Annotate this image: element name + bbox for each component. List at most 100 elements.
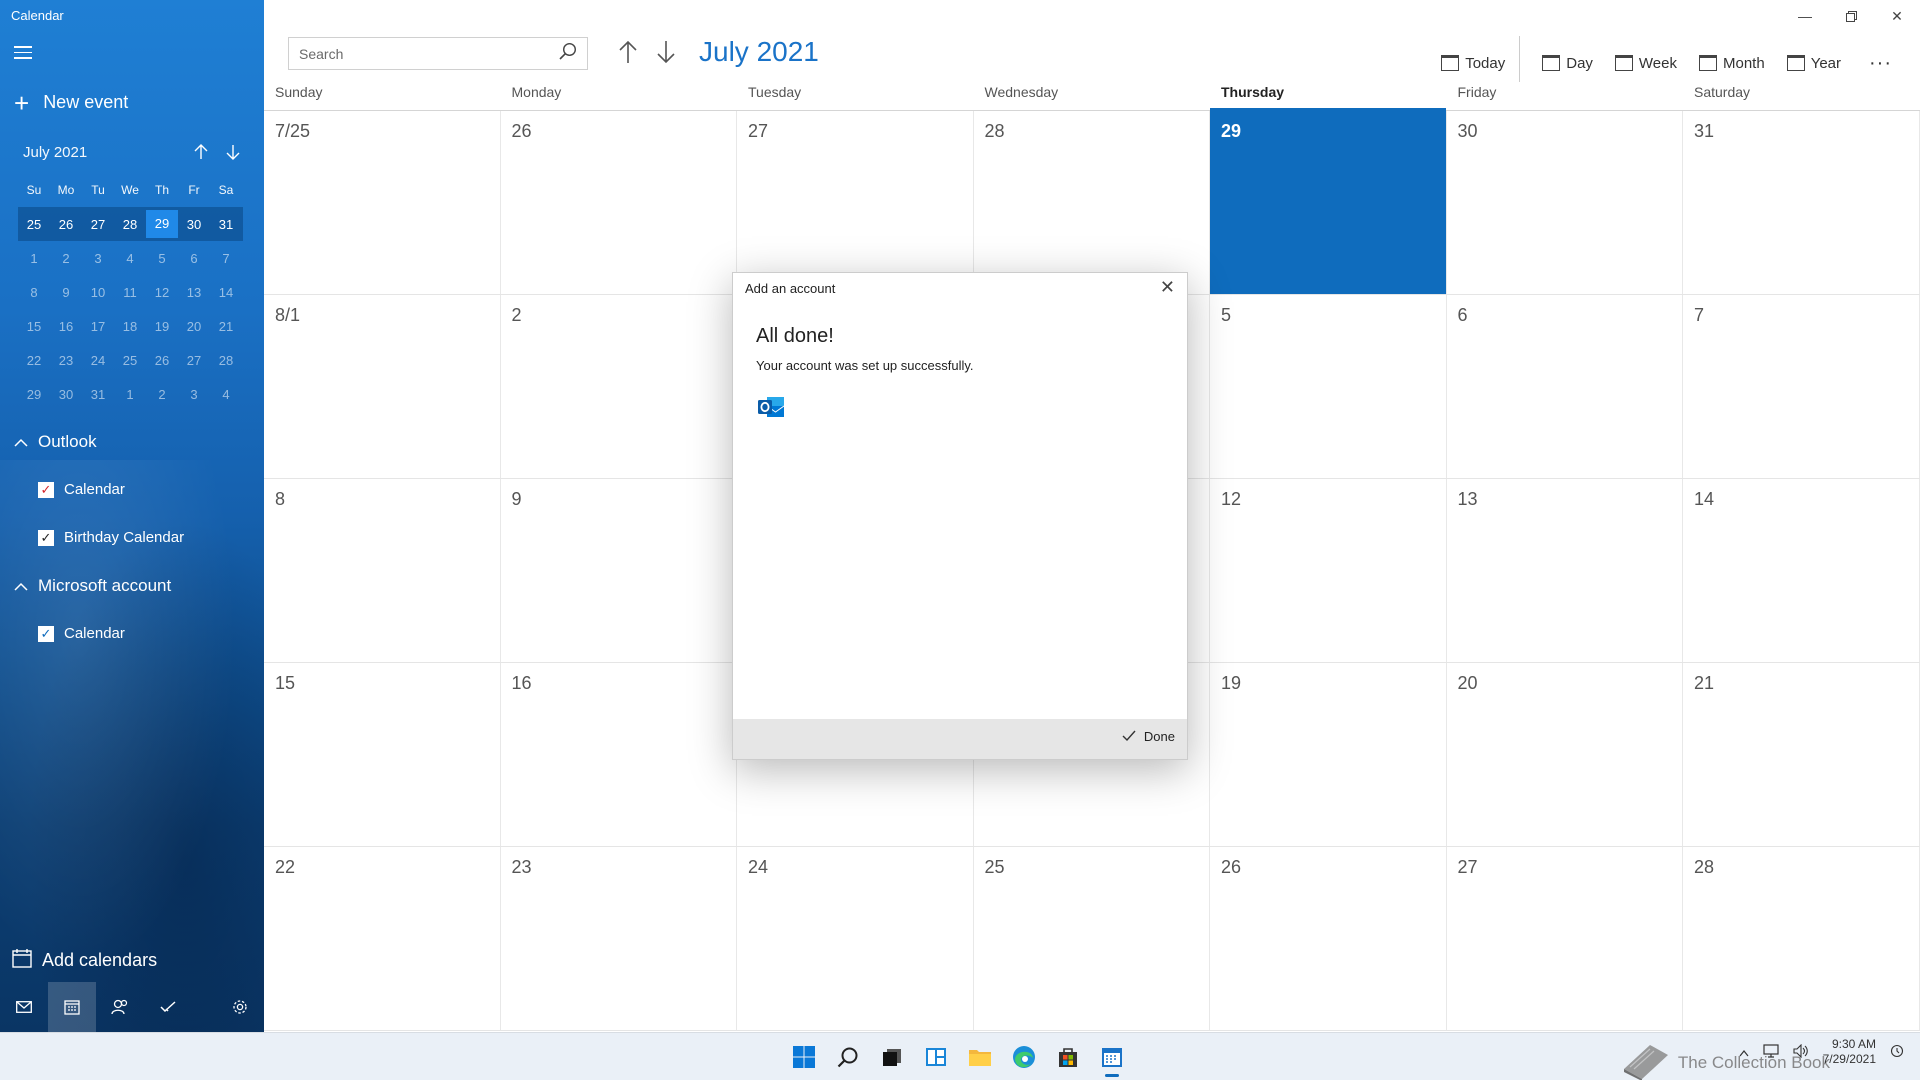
mini-day[interactable]: 29 — [18, 387, 50, 402]
hamburger-menu-icon[interactable] — [14, 46, 32, 60]
day-cell[interactable]: 9 — [501, 479, 737, 662]
mini-day[interactable]: 1 — [18, 251, 50, 266]
mini-day[interactable]: 27 — [82, 217, 114, 232]
microsoft-store-icon[interactable] — [1052, 1041, 1084, 1073]
mini-day[interactable]: 30 — [50, 387, 82, 402]
day-cell[interactable]: 28 — [1683, 847, 1920, 1030]
mini-day[interactable]: 11 — [114, 285, 146, 300]
mini-day[interactable]: 9 — [50, 285, 82, 300]
day-cell-today[interactable]: 29 — [1210, 111, 1447, 294]
edge-browser-icon[interactable] — [1008, 1041, 1040, 1073]
day-cell[interactable]: 16 — [501, 663, 737, 846]
more-options-icon[interactable]: ··· — [1869, 52, 1892, 75]
volume-icon[interactable] — [1793, 1043, 1809, 1061]
year-view-button[interactable]: Year — [1786, 55, 1841, 72]
mini-next-month-icon[interactable] — [223, 144, 243, 165]
next-month-icon[interactable] — [656, 40, 676, 70]
day-cell[interactable]: 27 — [737, 111, 974, 294]
mini-day[interactable]: 10 — [82, 285, 114, 300]
mini-calendar-title[interactable]: July 2021 — [23, 144, 87, 161]
people-icon[interactable] — [96, 982, 144, 1032]
day-cell[interactable]: 12 — [1210, 479, 1447, 662]
mini-day[interactable]: 2 — [50, 251, 82, 266]
taskbar-search-icon[interactable] — [832, 1041, 864, 1073]
close-icon[interactable]: ✕ — [1874, 0, 1920, 32]
new-event-button[interactable]: + New event — [14, 90, 128, 116]
checkbox-checked-icon[interactable]: ✓ — [38, 625, 54, 642]
day-cell[interactable]: 25 — [974, 847, 1210, 1030]
day-cell[interactable]: 20 — [1447, 663, 1683, 846]
section-microsoft-account[interactable]: Microsoft account — [14, 576, 171, 596]
mini-day[interactable]: 16 — [50, 319, 82, 334]
mini-day[interactable]: 18 — [114, 319, 146, 334]
calendar-item-birthday-calendar[interactable]: ✓ Birthday Calendar — [38, 529, 184, 546]
day-cell[interactable]: 8/1 — [264, 295, 501, 478]
dialog-close-icon[interactable]: ✕ — [1160, 277, 1175, 298]
day-cell[interactable]: 31 — [1683, 111, 1920, 294]
mail-icon[interactable] — [0, 982, 48, 1032]
checkbox-checked-icon[interactable]: ✓ — [38, 481, 54, 498]
day-cell[interactable]: 2 — [501, 295, 737, 478]
mini-day[interactable]: 13 — [178, 285, 210, 300]
mini-day[interactable]: 4 — [114, 251, 146, 266]
mini-day[interactable]: 21 — [210, 319, 242, 334]
search-input[interactable] — [299, 45, 559, 62]
mini-day[interactable]: 14 — [210, 285, 242, 300]
day-cell[interactable]: 28 — [974, 111, 1210, 294]
done-button[interactable]: Done — [1122, 729, 1175, 744]
mini-day[interactable]: 26 — [146, 353, 178, 368]
day-cell[interactable]: 5 — [1210, 295, 1447, 478]
mini-day[interactable]: 31 — [82, 387, 114, 402]
restore-icon[interactable] — [1828, 0, 1874, 32]
notification-icon[interactable] — [1890, 1044, 1904, 1061]
day-cell[interactable]: 27 — [1447, 847, 1683, 1030]
day-cell[interactable]: 7/25 — [264, 111, 501, 294]
mini-day[interactable]: 20 — [178, 319, 210, 334]
mini-day[interactable]: 17 — [82, 319, 114, 334]
mini-day[interactable]: 1 — [114, 387, 146, 402]
mini-day[interactable]: 26 — [50, 217, 82, 232]
day-cell[interactable]: 22 — [264, 847, 501, 1030]
day-cell[interactable]: 23 — [501, 847, 737, 1030]
day-cell[interactable]: 30 — [1447, 111, 1683, 294]
mini-day[interactable]: 23 — [50, 353, 82, 368]
calendar-icon[interactable] — [48, 982, 96, 1032]
mini-day-today[interactable]: 29 — [146, 210, 178, 238]
mini-day[interactable]: 7 — [210, 251, 242, 266]
mini-day[interactable]: 8 — [18, 285, 50, 300]
start-windows-icon[interactable] — [788, 1041, 820, 1073]
mini-day[interactable]: 19 — [146, 319, 178, 334]
todo-icon[interactable] — [144, 982, 192, 1032]
previous-month-icon[interactable] — [618, 40, 638, 70]
mini-day[interactable]: 28 — [210, 353, 242, 368]
mini-day[interactable]: 28 — [114, 217, 146, 232]
mini-day[interactable]: 22 — [18, 353, 50, 368]
today-button[interactable]: Today — [1441, 55, 1505, 72]
day-cell[interactable]: 19 — [1210, 663, 1447, 846]
day-cell[interactable]: 8 — [264, 479, 501, 662]
week-view-button[interactable]: Week — [1614, 55, 1677, 72]
day-cell[interactable]: 6 — [1447, 295, 1683, 478]
mini-day[interactable]: 30 — [178, 217, 210, 232]
mini-day[interactable]: 5 — [146, 251, 178, 266]
widgets-icon[interactable] — [920, 1041, 952, 1073]
day-cell[interactable]: 21 — [1683, 663, 1920, 846]
mini-day[interactable]: 3 — [82, 251, 114, 266]
day-view-button[interactable]: Day — [1542, 55, 1593, 72]
mini-day[interactable]: 15 — [18, 319, 50, 334]
day-cell[interactable]: 13 — [1447, 479, 1683, 662]
mini-day[interactable]: 6 — [178, 251, 210, 266]
mini-day[interactable]: 4 — [210, 387, 242, 402]
day-cell[interactable]: 14 — [1683, 479, 1920, 662]
day-cell[interactable]: 26 — [501, 111, 737, 294]
mini-day[interactable]: 12 — [146, 285, 178, 300]
search-icon[interactable] — [559, 42, 577, 65]
mini-day[interactable]: 24 — [82, 353, 114, 368]
calendar-item-outlook-calendar[interactable]: ✓ Calendar — [38, 481, 125, 498]
chevron-up-icon[interactable] — [1739, 1045, 1749, 1060]
mini-day[interactable]: 25 — [18, 217, 50, 232]
day-cell[interactable]: 24 — [737, 847, 974, 1030]
search-box[interactable] — [288, 37, 588, 70]
minimize-icon[interactable]: — — [1782, 0, 1828, 32]
day-cell[interactable]: 15 — [264, 663, 501, 846]
